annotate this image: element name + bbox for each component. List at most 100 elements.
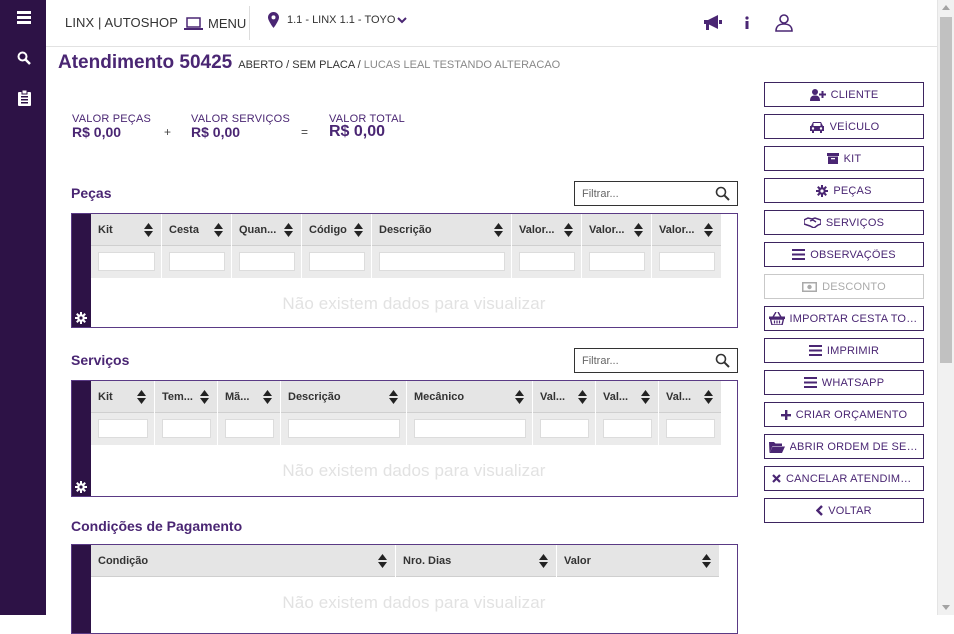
sort-icon[interactable] (539, 554, 548, 568)
action-button-whatsapp[interactable]: WHATSAPP (764, 370, 924, 395)
parts-column-header[interactable]: Código (302, 214, 372, 246)
services-column-header[interactable]: Tem... (155, 381, 218, 413)
column-filter-input[interactable] (414, 419, 526, 438)
action-button-observações[interactable]: OBSERVAÇÕES (764, 242, 924, 267)
gear-icon[interactable] (75, 481, 87, 493)
gear-icon[interactable] (75, 312, 87, 324)
column-filter-input[interactable] (666, 419, 715, 438)
sort-icon[interactable] (263, 390, 272, 404)
parts-column-header[interactable]: Valor... (652, 214, 722, 246)
parts-column-header[interactable]: Kit (91, 214, 162, 246)
parts-grid-filter-row (91, 246, 722, 278)
info-icon[interactable] (736, 12, 758, 34)
action-button-importar-cesta-top[interactable]: IMPORTAR CESTA TOP... (764, 306, 924, 331)
scroll-up-arrow[interactable] (942, 5, 950, 10)
services-column-header[interactable]: Val... (596, 381, 659, 413)
column-header-label: Quan... (239, 224, 277, 236)
services-column-header[interactable]: Mecânico (407, 381, 533, 413)
column-filter-input[interactable] (659, 252, 715, 271)
column-filter-input[interactable] (288, 419, 400, 438)
search-icon[interactable] (715, 186, 730, 201)
user-icon[interactable] (773, 12, 795, 34)
services-column-header[interactable]: Descrição (281, 381, 407, 413)
sort-icon[interactable] (214, 223, 223, 237)
column-filter-input[interactable] (225, 419, 274, 438)
parts-value: R$ 0,00 (72, 124, 122, 140)
header-divider (249, 6, 250, 40)
sort-icon[interactable] (704, 223, 713, 237)
megaphone-icon[interactable] (702, 12, 724, 34)
sort-icon[interactable] (378, 554, 387, 568)
parts-filter-input[interactable] (582, 187, 708, 200)
parts-column-header[interactable]: Cesta (162, 214, 232, 246)
sort-icon[interactable] (137, 390, 146, 404)
column-filter-input[interactable] (519, 252, 575, 271)
sort-icon[interactable] (144, 223, 153, 237)
sort-icon[interactable] (284, 223, 293, 237)
sidebar-search-icon[interactable] (13, 47, 35, 69)
action-button-label: SERVIÇOS (825, 216, 885, 229)
services-column-header[interactable]: Kit (91, 381, 155, 413)
action-button-veículo[interactable]: VEÍCULO (764, 114, 924, 139)
services-filter-input[interactable] (582, 354, 708, 367)
action-button-kit[interactable]: KIT (764, 146, 924, 171)
action-button-abrir-ordem-de-ser[interactable]: ABRIR ORDEM DE SER... (764, 434, 924, 459)
action-button-voltar[interactable]: VOLTAR (764, 498, 924, 523)
services-column-header[interactable]: Val... (533, 381, 596, 413)
grid-side-bar (72, 545, 91, 633)
parts-column-header[interactable]: Descrição (372, 214, 512, 246)
action-button-cliente[interactable]: CLIENTE (764, 82, 924, 107)
scroll-down-arrow[interactable] (942, 605, 950, 610)
parts-column-header[interactable]: Quan... (232, 214, 302, 246)
column-filter-input[interactable] (603, 419, 652, 438)
column-filter-input[interactable] (169, 252, 225, 271)
sort-icon[interactable] (515, 390, 524, 404)
sort-icon[interactable] (634, 223, 643, 237)
services-column-header[interactable]: Mã... (218, 381, 281, 413)
page-scrollbar[interactable] (937, 0, 954, 615)
menu-button[interactable]: MENU (184, 12, 246, 34)
column-filter-input[interactable] (379, 252, 505, 271)
sort-icon[interactable] (641, 390, 650, 404)
top-bar: LINX | AUTOSHOP MENU 1.1 - LINX 1.1 - TO… (46, 0, 937, 47)
sidebar-menu-icon[interactable] (13, 6, 35, 28)
column-filter-input[interactable] (162, 419, 211, 438)
column-header-label: Mã... (225, 391, 250, 403)
column-filter-input[interactable] (309, 252, 365, 271)
action-button-cancelar-atendime[interactable]: CANCELAR ATENDIME... (764, 466, 924, 491)
basket-icon (768, 312, 785, 325)
sort-icon[interactable] (389, 390, 398, 404)
parts-column-header[interactable]: Valor... (582, 214, 652, 246)
sort-icon[interactable] (702, 554, 711, 568)
sort-icon[interactable] (564, 223, 573, 237)
sort-icon[interactable] (200, 390, 209, 404)
scroll-thumb[interactable] (940, 17, 952, 363)
column-filter-input[interactable] (98, 419, 148, 438)
action-button-peças[interactable]: PEÇAS (764, 178, 924, 203)
parts-filter (574, 181, 738, 206)
box-icon (826, 153, 839, 164)
sort-icon[interactable] (578, 390, 587, 404)
location-selector[interactable]: 1.1 - LINX 1.1 - TOYO (268, 12, 408, 28)
sort-icon[interactable] (354, 223, 363, 237)
column-filter-input[interactable] (98, 252, 155, 271)
services-column-header[interactable]: Val... (659, 381, 722, 413)
payment-column-header[interactable]: Valor (557, 545, 720, 577)
sort-icon[interactable] (494, 223, 503, 237)
payment-column-header[interactable]: Nro. Dias (396, 545, 557, 577)
action-button-criar-orçamento[interactable]: CRIAR ORÇAMENTO (764, 402, 924, 427)
sidebar-clipboard-icon[interactable] (13, 87, 35, 109)
search-icon[interactable] (715, 353, 730, 368)
column-filter-input[interactable] (540, 419, 589, 438)
action-button-label: CLIENTE (830, 88, 879, 101)
grid-side-bar (72, 214, 91, 327)
column-filter-input[interactable] (589, 252, 645, 271)
action-button-imprimir[interactable]: IMPRIMIR (764, 338, 924, 363)
parts-column-header[interactable]: Valor... (512, 214, 582, 246)
column-header-label: Val... (666, 391, 692, 403)
action-button-serviços[interactable]: SERVIÇOS (764, 210, 924, 235)
payment-column-header[interactable]: Condição (91, 545, 396, 577)
sort-icon[interactable] (704, 390, 713, 404)
column-filter-cell (281, 413, 407, 445)
column-filter-input[interactable] (239, 252, 295, 271)
